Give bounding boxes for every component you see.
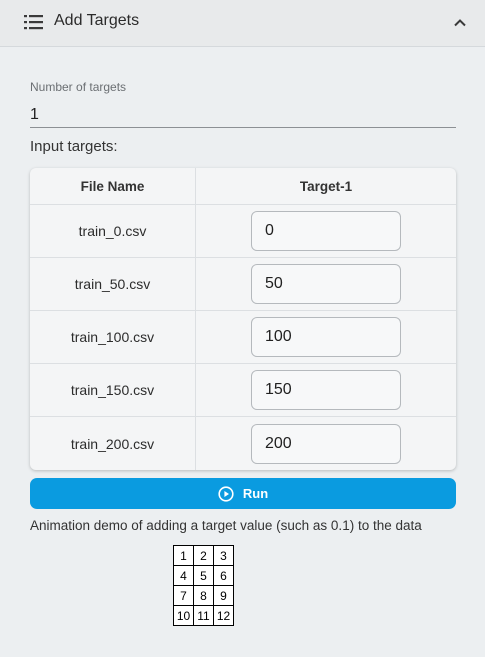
target-input[interactable] (251, 317, 401, 357)
play-circle-icon (218, 485, 234, 502)
column-header-target-1: Target-1 (299, 178, 353, 194)
grid-cell: 3 (213, 545, 234, 566)
grid-cell: 7 (173, 585, 194, 606)
target-cell (196, 417, 456, 470)
table-row: train_200.csv (30, 417, 456, 470)
target-cell (196, 364, 456, 416)
number-of-targets-input[interactable] (30, 98, 456, 128)
grid-cell: 12 (213, 605, 234, 626)
target-input[interactable] (251, 264, 401, 304)
table-row: train_50.csv (30, 258, 456, 311)
panel-header[interactable]: Add Targets (0, 0, 485, 47)
grid-cell: 6 (213, 565, 234, 586)
list-icon (24, 15, 43, 30)
grid-row: 10 11 12 (173, 605, 234, 626)
run-button[interactable]: Run (30, 478, 456, 509)
file-name-cell: train_150.csv (30, 364, 196, 416)
grid-cell: 11 (193, 605, 214, 626)
grid-cell: 8 (193, 585, 214, 606)
grid-cell: 5 (193, 565, 214, 586)
grid-cell: 4 (173, 565, 194, 586)
file-name-cell: train_200.csv (30, 417, 196, 470)
grid-cell: 2 (193, 545, 214, 566)
table-row: train_0.csv (30, 205, 456, 258)
table-header-row: File Name Target-1 (30, 168, 456, 205)
animation-caption: Animation demo of adding a target value … (30, 518, 422, 533)
column-header-file-name: File Name (30, 168, 196, 204)
number-of-targets-label: Number of targets (30, 80, 127, 94)
target-cell (196, 205, 456, 257)
grid-cell: 10 (173, 605, 194, 626)
file-name-cell: train_50.csv (30, 258, 196, 310)
target-input[interactable] (251, 423, 401, 464)
demo-grid: 1 2 3 4 5 6 7 8 9 10 11 12 (173, 545, 234, 626)
file-name-cell: train_100.csv (30, 311, 196, 363)
grid-row: 7 8 9 (173, 585, 234, 606)
run-button-label: Run (242, 486, 269, 501)
grid-row: 4 5 6 (173, 565, 234, 586)
file-name-cell: train_0.csv (30, 205, 196, 257)
grid-row: 1 2 3 (173, 545, 234, 566)
targets-table: File Name Target-1 train_0.csv train_50.… (30, 168, 456, 470)
table-row: train_100.csv (30, 311, 456, 364)
target-cell (196, 311, 456, 363)
input-targets-heading: Input targets: (30, 138, 118, 155)
target-cell (196, 258, 456, 310)
target-input[interactable] (251, 211, 401, 251)
panel-title: Add Targets (54, 12, 140, 29)
grid-cell: 9 (213, 585, 234, 606)
grid-cell: 1 (173, 545, 194, 566)
chevron-up-icon[interactable] (451, 14, 469, 32)
table-row: train_150.csv (30, 364, 456, 417)
target-input[interactable] (251, 370, 401, 410)
